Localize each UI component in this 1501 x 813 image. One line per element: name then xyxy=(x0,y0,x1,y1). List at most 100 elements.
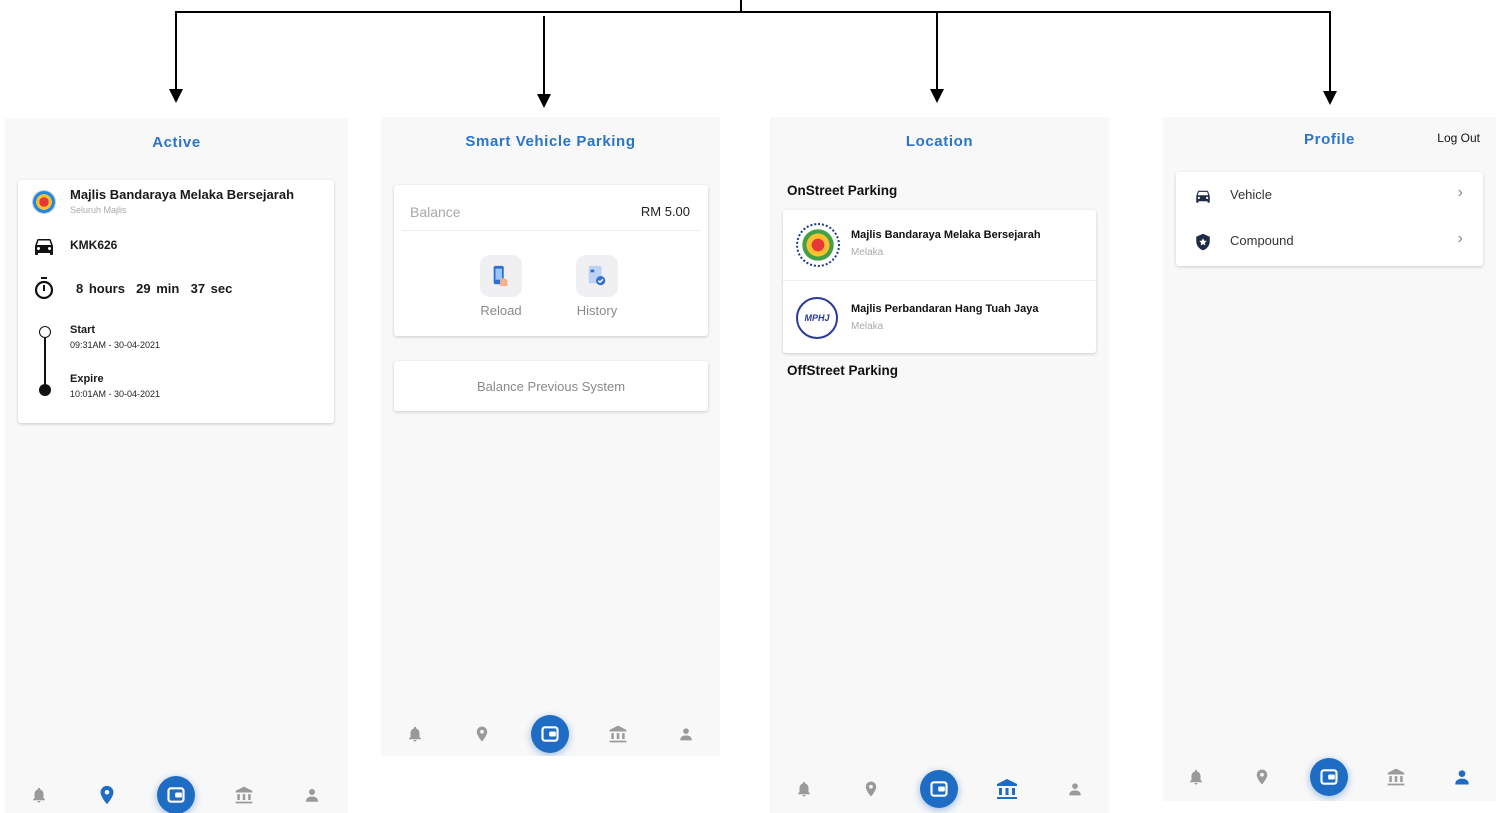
nav-active[interactable] xyxy=(862,780,880,798)
bell-icon xyxy=(406,725,424,743)
active-parking-card[interactable]: Majlis Bandaraya Melaka Bersejarah Selur… xyxy=(18,180,334,423)
nav-wallet[interactable] xyxy=(1310,758,1348,796)
connector-drop-4 xyxy=(1329,11,1331,91)
bell-icon xyxy=(1187,768,1205,786)
reload-tile xyxy=(480,255,522,297)
connector-drop-2 xyxy=(543,16,545,94)
nav-active[interactable] xyxy=(473,725,491,743)
person-icon xyxy=(1452,767,1472,787)
balance-previous-system-label: Balance Previous System xyxy=(476,379,626,394)
nav-notifications[interactable] xyxy=(406,725,424,743)
location-pin-icon xyxy=(1253,768,1271,786)
profile-item-compound[interactable]: Compound › xyxy=(1176,219,1483,266)
screen-wallet: Smart Vehicle Parking Balance RM 5.00 Re… xyxy=(381,117,720,756)
screen-profile: Profile Log Out Vehicle › Compound › xyxy=(1163,117,1496,801)
screen-location: Location OnStreet Parking Majlis Bandara… xyxy=(770,117,1109,813)
nav-location[interactable] xyxy=(234,785,254,805)
location-pin-icon xyxy=(473,725,491,743)
chevron-right-icon: › xyxy=(1457,184,1463,201)
history-doc-icon xyxy=(588,265,606,286)
balance-previous-system-button[interactable]: Balance Previous System xyxy=(394,361,708,411)
nav-location[interactable] xyxy=(1386,767,1406,787)
expire-label: Expire xyxy=(70,373,104,385)
nav-active[interactable] xyxy=(96,784,118,806)
phone-reload-icon xyxy=(493,265,508,287)
mphj-logo: MPHJ xyxy=(796,297,838,339)
nav-wallet[interactable] xyxy=(920,770,958,808)
nav-wallet[interactable] xyxy=(157,776,195,813)
connector-bar xyxy=(176,11,1331,13)
page-title: Location xyxy=(905,133,974,150)
bank-icon xyxy=(608,724,628,744)
profile-item-label: Vehicle xyxy=(1230,187,1272,202)
bank-icon xyxy=(1386,767,1406,787)
wallet-icon xyxy=(929,779,949,799)
nav-location[interactable] xyxy=(995,777,1019,801)
arrow-icon xyxy=(930,89,944,103)
wallet-icon xyxy=(1319,767,1339,787)
profile-item-vehicle[interactable]: Vehicle › xyxy=(1176,172,1483,219)
nav-profile[interactable] xyxy=(1067,781,1084,798)
plate-number: KMK626 xyxy=(70,238,118,252)
location-item[interactable]: MPHJ Majlis Perbandaran Hang Tuah Jaya M… xyxy=(783,281,1096,353)
shield-star-icon xyxy=(1194,233,1212,251)
location-list: Majlis Bandaraya Melaka Bersejarah Melak… xyxy=(783,210,1096,353)
person-icon xyxy=(678,726,695,743)
bank-icon xyxy=(995,777,1019,801)
nav-profile[interactable] xyxy=(678,726,695,743)
balance-label: Balance xyxy=(410,204,461,220)
org-name: Majlis Bandaraya Melaka Bersejarah xyxy=(70,187,295,202)
chevron-right-icon: › xyxy=(1457,230,1463,247)
location-pin-icon xyxy=(862,780,880,798)
history-label: History xyxy=(576,303,618,318)
location-name: Majlis Perbandaran Hang Tuah Jaya xyxy=(851,303,1039,315)
wallet-icon xyxy=(166,785,186,805)
person-icon xyxy=(1067,781,1084,798)
location-name: Majlis Bandaraya Melaka Bersejarah xyxy=(851,229,1041,241)
nav-wallet[interactable] xyxy=(531,715,569,753)
bank-icon xyxy=(234,785,254,805)
logout-button[interactable]: Log Out xyxy=(1437,131,1480,145)
nav-profile[interactable] xyxy=(1452,767,1472,787)
timer-icon xyxy=(32,276,56,300)
history-tile xyxy=(576,255,618,297)
balance-value: RM 5.00 xyxy=(640,204,690,219)
page-title: Active xyxy=(152,134,201,151)
mbmb-logo xyxy=(32,190,56,214)
car-icon xyxy=(1194,187,1212,205)
reload-label: Reload xyxy=(480,303,522,318)
person-icon xyxy=(303,786,321,804)
location-item[interactable]: Majlis Bandaraya Melaka Bersejarah Melak… xyxy=(783,210,1096,281)
nav-profile[interactable] xyxy=(303,786,321,804)
expire-time: 10:01AM - 30-04-2021 xyxy=(70,389,161,399)
start-time: 09:31AM - 30-04-2021 xyxy=(70,340,161,350)
nav-notifications[interactable] xyxy=(1187,768,1205,786)
nav-location[interactable] xyxy=(608,724,628,744)
divider xyxy=(402,230,700,231)
bell-icon xyxy=(795,780,813,798)
org-area: Seluruh Majlis xyxy=(70,205,127,215)
bottom-nav xyxy=(5,770,348,813)
nav-notifications[interactable] xyxy=(795,780,813,798)
mbmb-logo xyxy=(796,223,840,267)
nav-notifications[interactable] xyxy=(30,786,48,804)
balance-card: Balance RM 5.00 Reload History xyxy=(394,185,708,336)
nav-active[interactable] xyxy=(1253,768,1271,786)
bottom-nav xyxy=(770,764,1109,813)
onstreet-heading: OnStreet Parking xyxy=(787,183,898,198)
bottom-nav xyxy=(1163,752,1496,801)
start-label: Start xyxy=(70,324,96,336)
screen-active: Active Majlis Bandaraya Melaka Bersejara… xyxy=(5,118,348,813)
page-title: Smart Vehicle Parking xyxy=(465,133,636,150)
car-icon xyxy=(32,234,56,258)
profile-menu: Vehicle › Compound › xyxy=(1176,172,1483,266)
bell-icon xyxy=(30,786,48,804)
location-pin-icon xyxy=(96,784,118,806)
connector-drop-3 xyxy=(936,11,938,89)
offstreet-heading: OffStreet Parking xyxy=(787,363,899,378)
location-state: Melaka xyxy=(851,247,884,258)
wallet-icon xyxy=(540,724,560,744)
profile-item-label: Compound xyxy=(1230,233,1294,248)
mphj-logo-text: MPHJ xyxy=(804,313,830,323)
location-state: Melaka xyxy=(851,321,884,332)
